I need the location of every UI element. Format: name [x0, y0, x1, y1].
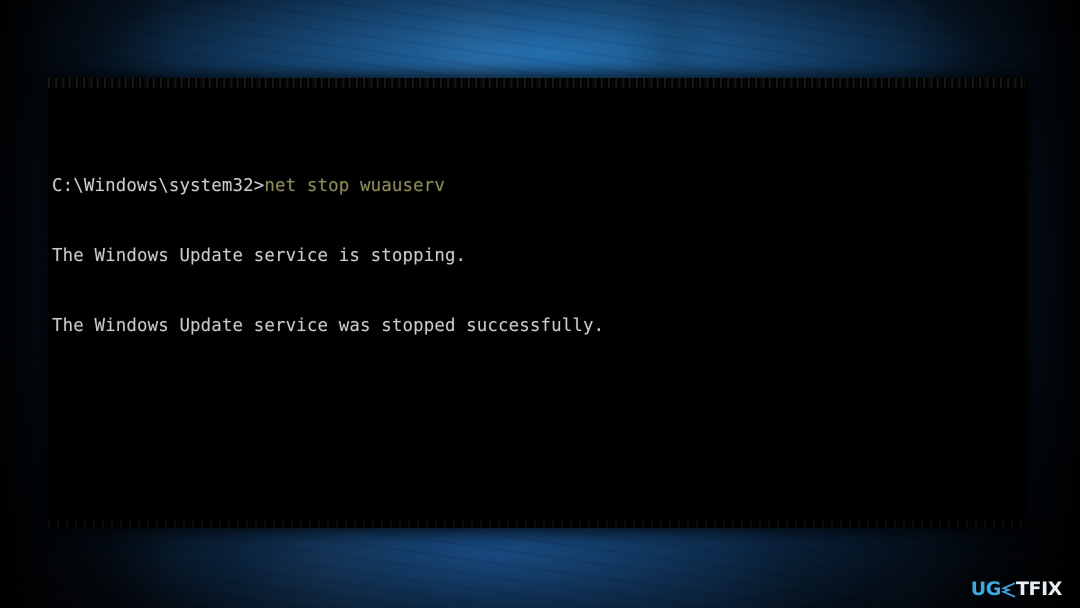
terminal-output-area[interactable]: C:\Windows\system32>net stop wuauserv Th… [48, 78, 1027, 528]
watermark-text-left: UG [970, 578, 1002, 600]
command-line: C:\Windows\system32>net stop wuauserv [52, 175, 1027, 198]
stylized-e-icon [1000, 581, 1016, 598]
command-prompt-window[interactable]: C:\Windows\system32>net stop wuauserv Th… [48, 78, 1027, 528]
watermark-text-right: TFIX [1015, 578, 1062, 600]
output-line: The Windows Update service was stopped s… [52, 315, 605, 336]
prompt-path: C:\Windows\system32> [52, 176, 265, 197]
output-line: The Windows Update service is stopping. [52, 246, 467, 267]
ugetfix-watermark: UG TFIX [970, 578, 1063, 600]
screenshot-root: C:\Windows\system32>net stop wuauserv Th… [0, 0, 1080, 608]
command-text: net stop wuauserv [264, 176, 445, 197]
